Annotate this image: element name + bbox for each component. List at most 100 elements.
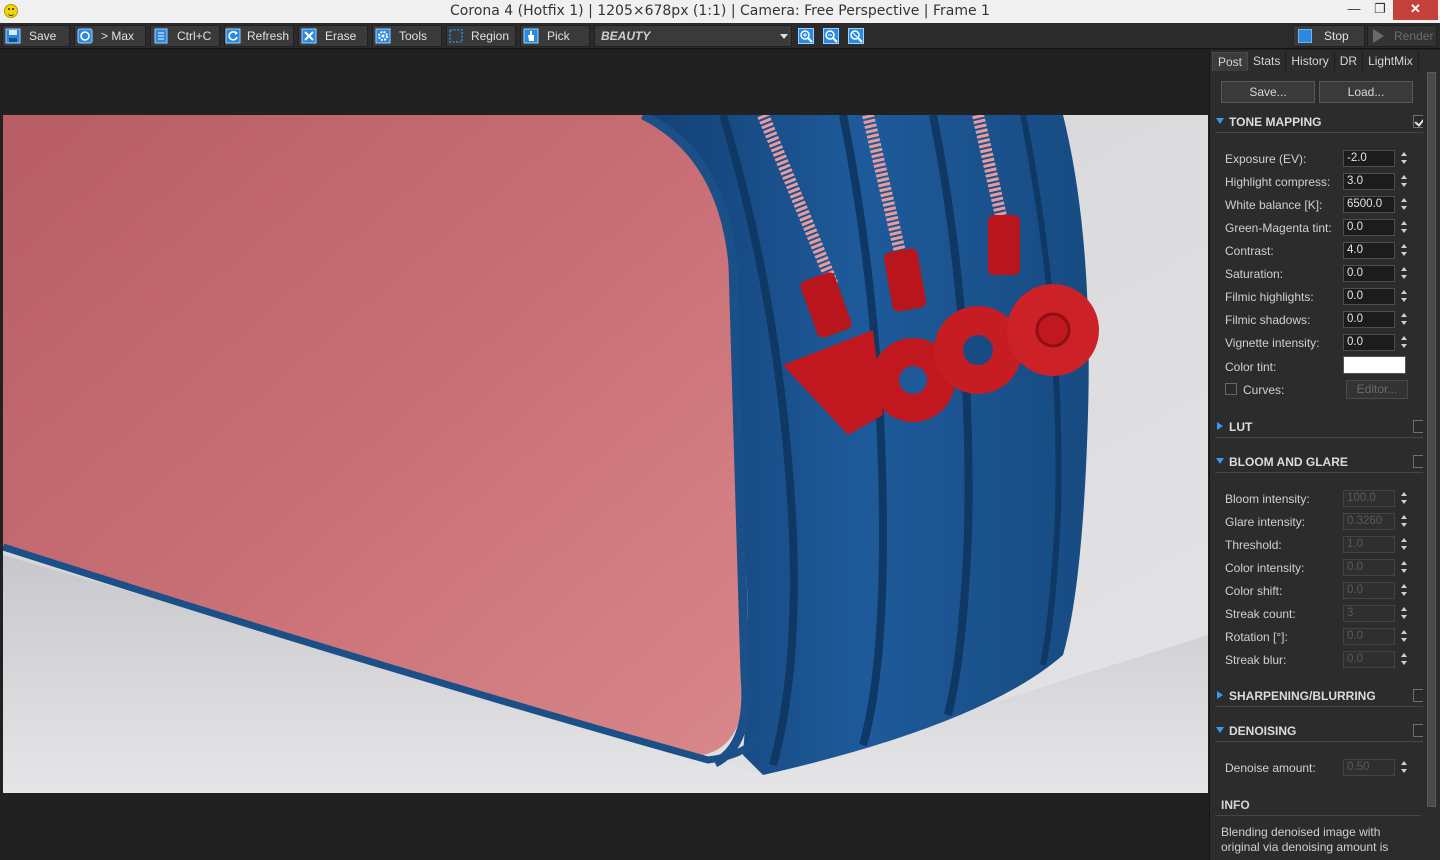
exposure-input[interactable]: -2.0 <box>1343 150 1395 167</box>
copy-button[interactable]: Ctrl+C <box>150 25 220 47</box>
tab-history[interactable]: History <box>1286 52 1335 71</box>
param-row: Glare intensity: 0.3260 <box>1225 513 1425 531</box>
color-shift-input[interactable]: 0.0 <box>1343 582 1395 599</box>
expand-caret-icon <box>1216 727 1224 733</box>
denoise-amount-input[interactable]: 0.50 <box>1343 759 1395 776</box>
render-element-dropdown[interactable]: BEAUTY <box>594 25 792 47</box>
zoom-fit-button[interactable] <box>846 26 866 46</box>
rotation-input[interactable]: 0.0 <box>1343 628 1395 645</box>
curves-checkbox[interactable] <box>1225 383 1237 395</box>
render-viewport[interactable] <box>0 50 1209 860</box>
param-row: Vignette intensity: 0.0 <box>1225 334 1425 352</box>
param-row: Threshold: 1.0 <box>1225 536 1425 554</box>
saturation-input[interactable]: 0.0 <box>1343 265 1395 282</box>
contrast-input[interactable]: 4.0 <box>1343 242 1395 259</box>
vfb-toolbar: Save > Max Ctrl+C Refresh Erase Tools Re… <box>0 23 1440 49</box>
refresh-button[interactable]: Refresh <box>224 25 294 47</box>
collapse-caret-icon <box>1217 422 1223 430</box>
streak-count-spinner[interactable] <box>1400 605 1408 622</box>
tab-stats[interactable]: Stats <box>1248 52 1287 71</box>
save-settings-button[interactable]: Save... <box>1221 81 1315 103</box>
expand-caret-icon <box>1216 118 1224 124</box>
bloom-intensity-input[interactable]: 100.0 <box>1343 490 1395 507</box>
exposure-spinner[interactable] <box>1400 150 1408 167</box>
erase-button[interactable]: Erase <box>298 25 368 47</box>
bloom-intensity-spinner[interactable] <box>1400 490 1408 507</box>
close-button[interactable]: ✕ <box>1393 0 1438 20</box>
streak-blur-input[interactable]: 0.0 <box>1343 651 1395 668</box>
region-button[interactable]: Region <box>446 25 516 47</box>
filmic-shadows-input[interactable]: 0.0 <box>1343 311 1395 328</box>
color-intensity-input[interactable]: 0.0 <box>1343 559 1395 576</box>
window-title: Corona 4 (Hotfix 1) | 1205×678px (1:1) |… <box>450 3 990 19</box>
refresh-icon <box>225 26 241 46</box>
lut-header[interactable]: LUT <box>1215 418 1426 438</box>
vignette-input[interactable]: 0.0 <box>1343 334 1395 351</box>
denoise-amount-spinner[interactable] <box>1400 759 1408 776</box>
param-row: Color shift: 0.0 <box>1225 582 1425 600</box>
glare-intensity-spinner[interactable] <box>1400 513 1408 530</box>
send-to-max-button[interactable]: > Max <box>74 25 146 47</box>
color-shift-spinner[interactable] <box>1400 582 1408 599</box>
param-row: Highlight compress: 3.0 <box>1225 173 1425 191</box>
scrollbar-thumb[interactable] <box>1427 72 1436 807</box>
render-button[interactable]: Render <box>1367 25 1437 47</box>
pencil-case-render <box>3 115 1208 793</box>
highlight-compress-spinner[interactable] <box>1400 173 1408 190</box>
erase-x-icon <box>299 26 319 46</box>
pick-button[interactable]: Pick <box>520 25 590 47</box>
tab-dr[interactable]: DR <box>1335 52 1364 71</box>
curves-editor-button[interactable]: Editor... <box>1346 380 1408 399</box>
tab-lightmix[interactable]: LightMix <box>1363 52 1419 71</box>
glare-intensity-input[interactable]: 0.3260 <box>1343 513 1395 530</box>
streak-count-input[interactable]: 3 <box>1343 605 1395 622</box>
color-tint-swatch[interactable] <box>1343 356 1406 374</box>
param-row: Bloom intensity: 100.0 <box>1225 490 1425 508</box>
sharpening-blurring-header[interactable]: SHARPENING/BLURRING <box>1215 687 1426 707</box>
white-balance-spinner[interactable] <box>1400 196 1408 213</box>
saturation-spinner[interactable] <box>1400 265 1408 282</box>
filmic-highlights-spinner[interactable] <box>1400 288 1408 305</box>
region-select-icon <box>447 26 465 46</box>
panel-tabs: Post Stats History DR LightMix <box>1212 52 1439 71</box>
streak-blur-spinner[interactable] <box>1400 651 1408 668</box>
load-settings-button[interactable]: Load... <box>1319 81 1413 103</box>
white-balance-input[interactable]: 6500.0 <box>1343 196 1395 213</box>
filmic-shadows-spinner[interactable] <box>1400 311 1408 328</box>
stop-button[interactable]: Stop <box>1293 25 1365 47</box>
denoising-header[interactable]: DENOISING <box>1215 722 1426 742</box>
tab-post[interactable]: Post <box>1212 52 1249 71</box>
panel-scrollbar[interactable] <box>1423 68 1440 858</box>
tone-mapping-header[interactable]: TONE MAPPING <box>1215 113 1426 133</box>
param-row: Rotation [°]: 0.0 <box>1225 628 1425 646</box>
gear-icon <box>373 26 393 46</box>
bloom-glare-header[interactable]: BLOOM AND GLARE <box>1215 453 1426 473</box>
floppy-disk-icon <box>3 26 23 46</box>
info-text: Blending denoised image with original vi… <box>1221 825 1389 854</box>
maximize-button[interactable]: ❐ <box>1366 0 1394 20</box>
param-row: Streak count: 3 <box>1225 605 1425 623</box>
zoom-out-button[interactable] <box>821 26 841 46</box>
param-row: Color intensity: 0.0 <box>1225 559 1425 577</box>
green-magenta-spinner[interactable] <box>1400 219 1408 236</box>
curves-row: Curves: Editor... <box>1225 380 1425 399</box>
zoom-in-button[interactable] <box>796 26 816 46</box>
highlight-compress-input[interactable]: 3.0 <box>1343 173 1395 190</box>
rotation-spinner[interactable] <box>1400 628 1408 645</box>
threshold-input[interactable]: 1.0 <box>1343 536 1395 553</box>
param-row: Saturation: 0.0 <box>1225 265 1425 283</box>
color-intensity-spinner[interactable] <box>1400 559 1408 576</box>
zoom-fit-icon <box>848 28 864 44</box>
threshold-spinner[interactable] <box>1400 536 1408 553</box>
filmic-highlights-input[interactable]: 0.0 <box>1343 288 1395 305</box>
vignette-spinner[interactable] <box>1400 334 1408 351</box>
max-logo-icon <box>75 26 95 46</box>
rendered-image[interactable] <box>3 115 1208 793</box>
contrast-spinner[interactable] <box>1400 242 1408 259</box>
green-magenta-input[interactable]: 0.0 <box>1343 219 1395 236</box>
tools-button[interactable]: Tools <box>372 25 442 47</box>
param-row: Green-Magenta tint: 0.0 <box>1225 219 1425 237</box>
minimize-button[interactable]: — <box>1340 0 1368 20</box>
info-title: INFO <box>1221 798 1250 812</box>
save-button[interactable]: Save <box>2 25 70 47</box>
